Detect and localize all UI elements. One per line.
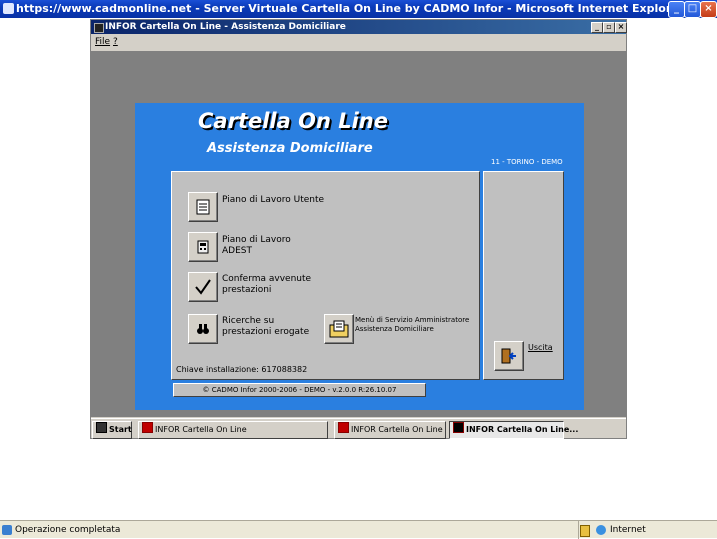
install-key: Chiave installazione: 617088382 [176,365,308,374]
piano-lavoro-utente-label: Piano di Lavoro Utente [222,195,325,205]
binoculars-icon [197,324,209,334]
conferma-prestazioni-button[interactable] [188,272,218,302]
ie-icon [3,3,14,14]
checkmark-icon [195,279,211,295]
exit-button[interactable] [494,341,524,371]
close-icon[interactable]: × [700,1,717,18]
taskbar-item[interactable]: INFOR Cartella On Line [138,421,328,439]
app-icon [94,23,104,33]
piano-lavoro-adest-label: Piano di Lavoro ADEST [222,235,291,256]
windows-logo-icon [96,422,107,433]
workspace: Cartella On Line Assistenza Domiciliare … [91,51,626,417]
taskbar-item-active[interactable]: INFOR Cartella On Line... [449,421,578,439]
piano-lavoro-utente-button[interactable] [188,192,218,222]
browser-title: https://www.cadmonline.net - Server Virt… [16,2,685,15]
exit-door-icon [501,348,516,364]
menu-help[interactable]: ? [113,34,118,50]
page-icon [2,525,12,535]
app-icon [338,422,349,433]
menu-bar: File ? [91,34,626,50]
start-button[interactable]: Start [92,421,132,439]
status-bar: Operazione completata Internet [0,520,717,539]
globe-icon [596,525,606,535]
page-title: Cartella On Line [198,109,388,133]
conferma-prestazioni-label: Conferma avvenute prestazioni [222,274,312,295]
exit-label: Uscita [528,343,553,352]
app-icon [453,422,464,433]
zone-label: Internet [610,525,646,535]
app-window: INFOR Cartella On Line - Assistenza Domi… [90,19,627,439]
app-maximize-icon[interactable]: ▫ [603,22,615,33]
app-icon [142,422,153,433]
location-label: 11 - TORINO - DEMO [491,158,563,166]
calculator-icon [197,240,209,254]
app-title: INFOR Cartella On Line - Assistenza Domi… [105,22,346,32]
maximize-icon[interactable]: □ [684,1,701,18]
ricerche-prestazioni-button[interactable] [188,314,218,344]
page-subtitle: Assistenza Domiciliare [207,141,373,156]
app-title-bar: INFOR Cartella On Line - Assistenza Domi… [91,20,627,34]
admin-menu-label: Menù di Servizio Amministratore Assisten… [355,316,470,333]
taskbar: Start INFOR Cartella On Line INFOR Carte… [91,418,626,439]
browser-title-bar: https://www.cadmonline.net - Server Virt… [0,0,717,18]
version-bar: © CADMO Infor 2000-2006 - DEMO - v.2.0.0… [173,383,426,397]
app-minimize-icon[interactable]: _ [591,22,603,33]
admin-menu-button[interactable] [324,314,354,344]
taskbar-item[interactable]: INFOR Cartella On Line [334,421,446,439]
app-close-icon[interactable]: × [615,22,627,33]
document-icon [196,199,210,215]
menu-file[interactable]: File [95,34,110,50]
folder-icon [329,320,349,338]
minimize-icon[interactable]: _ [668,1,685,18]
piano-lavoro-adest-button[interactable] [188,232,218,262]
status-text: Operazione completata [15,525,121,535]
menu-panel: Piano di Lavoro Utente Piano di Lavoro A… [171,171,480,380]
lock-icon [580,525,590,537]
exit-panel: Uscita [483,171,564,380]
ricerche-prestazioni-label: Ricerche su prestazioni erogate [222,316,310,337]
main-panel: Cartella On Line Assistenza Domiciliare … [135,103,584,410]
